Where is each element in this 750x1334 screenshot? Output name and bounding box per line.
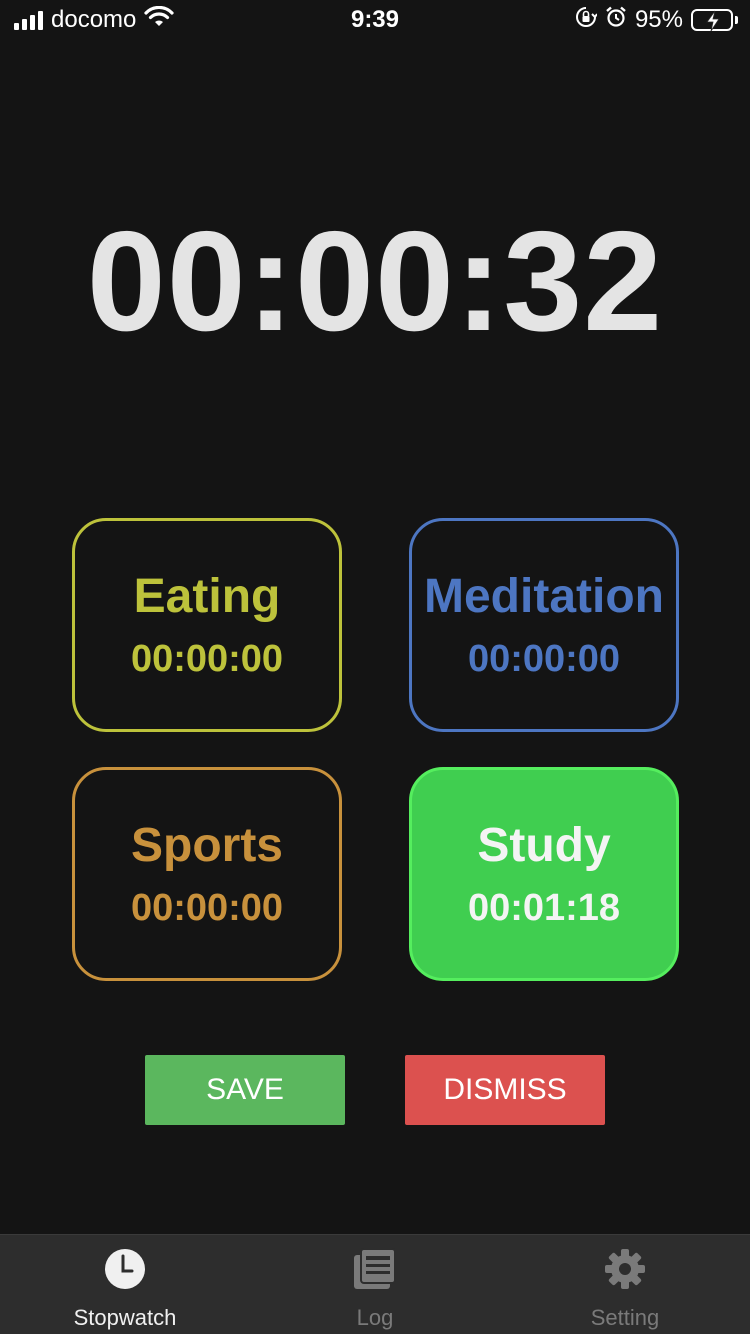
carrier-name: docomo — [51, 6, 137, 33]
tab-label: Log — [356, 1305, 394, 1330]
elapsed-time-display: 00:00:32 — [86, 202, 664, 361]
category-name: Eating — [133, 570, 281, 623]
orientation-lock-icon — [575, 6, 598, 35]
category-name: Meditation — [424, 570, 664, 623]
signal-icon — [14, 10, 43, 30]
clock-icon — [103, 1247, 147, 1291]
tab-setting[interactable]: Setting — [500, 1235, 750, 1334]
gear-icon — [603, 1247, 647, 1291]
tab-stopwatch[interactable]: Stopwatch — [0, 1235, 250, 1334]
category-time: 00:00:00 — [467, 638, 621, 680]
alarm-icon — [605, 6, 627, 35]
category-time: 00:00:00 — [130, 887, 284, 929]
wifi-icon — [144, 5, 174, 35]
save-button[interactable]: SAVE — [145, 1055, 345, 1125]
stopwatch-screen: docomo 9:39 95% 00:00:32 Eating 00:00:00… — [0, 0, 750, 1334]
category-card-study[interactable]: Study 00:01:18 — [409, 767, 679, 981]
status-right: 95% — [575, 6, 738, 35]
status-bar: docomo 9:39 95% — [0, 0, 750, 40]
battery-percent: 95% — [634, 6, 683, 33]
category-card-eating[interactable]: Eating 00:00:00 — [72, 518, 342, 732]
log-icon — [353, 1247, 397, 1291]
tab-bar: Stopwatch Log Setting — [0, 1234, 750, 1334]
category-card-meditation[interactable]: Meditation 00:00:00 — [409, 518, 679, 732]
category-time: 00:01:18 — [467, 887, 621, 929]
battery-icon — [691, 9, 738, 32]
dismiss-button[interactable]: DISMISS — [405, 1055, 605, 1125]
category-card-sports[interactable]: Sports 00:00:00 — [72, 767, 342, 981]
status-left: docomo — [14, 5, 174, 35]
category-name: Study — [477, 819, 611, 872]
category-name: Sports — [130, 819, 283, 872]
tab-label: Setting — [590, 1305, 660, 1330]
tab-log[interactable]: Log — [250, 1235, 500, 1334]
tab-label: Stopwatch — [73, 1305, 177, 1330]
category-time: 00:00:00 — [130, 638, 284, 680]
